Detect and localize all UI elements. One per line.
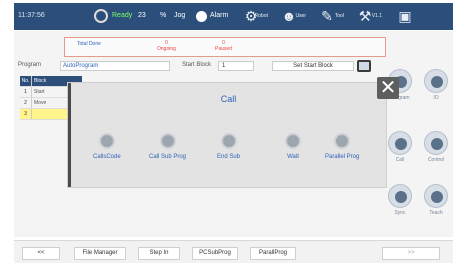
dialog-title: Call xyxy=(220,94,237,104)
status-bar: 11:37:56 Ready 23 % Jog Alarm ⚙ Robot ☻ Us… xyxy=(14,3,453,30)
right-icon-label: Call xyxy=(395,157,405,163)
io-icon[interactable] xyxy=(424,69,448,93)
speed-unit: % xyxy=(160,12,167,19)
call-subprog-button[interactable]: Call Sub Prog xyxy=(149,133,186,160)
bottom-toolbar: << File Manager Step In PCSubProg Parall… xyxy=(14,240,453,263)
parallel-prog-button[interactable]: Parallel Prog xyxy=(325,133,359,160)
sync-icon[interactable] xyxy=(388,184,412,208)
ongoing-count: 0 Ongoing xyxy=(157,40,176,52)
end-sub-button[interactable]: End Sub xyxy=(217,133,240,160)
call-icon[interactable] xyxy=(388,131,412,155)
camera-icon[interactable]: ▣ xyxy=(394,7,416,26)
tool-icon[interactable]: ✎ Tool xyxy=(316,7,344,26)
clock: 11:37:56 xyxy=(18,12,45,19)
program-field[interactable]: AutoProgram xyxy=(60,61,170,71)
right-icon-label: Sync xyxy=(394,210,406,216)
next-page-button[interactable]: >> xyxy=(382,247,440,260)
total-done-label: Total Done xyxy=(77,41,101,47)
control-icon[interactable] xyxy=(424,131,448,155)
speed-value: 23 xyxy=(138,12,146,19)
run-info-box: Total Done 0 Ongoing 0 Paused xyxy=(64,37,386,57)
end-sub-icon xyxy=(220,133,237,149)
prev-page-button[interactable]: << xyxy=(22,247,60,260)
callscode-icon xyxy=(98,133,115,149)
wait-icon xyxy=(285,133,301,149)
program-row: Program AutoProgram Start Block 1 Set St… xyxy=(14,60,394,72)
step-in-button[interactable]: Step In xyxy=(138,247,180,260)
call-dialog: Call ✕ CallsCode Call Sub Prog End Sub W… xyxy=(68,77,399,187)
right-icon-label: IO xyxy=(433,95,439,101)
start-block-label: Start Block xyxy=(182,62,212,68)
save-icon[interactable] xyxy=(357,60,371,72)
callscode-button[interactable]: CallsCode xyxy=(93,133,121,160)
right-icon-label: Control xyxy=(427,157,445,163)
pc-subprog-button[interactable]: PCSubProg xyxy=(192,247,238,260)
close-icon[interactable]: ✕ xyxy=(377,77,399,99)
mode-status: Jog xyxy=(174,12,186,19)
parallprog-button[interactable]: ParallProg xyxy=(250,247,296,260)
file-manager-button[interactable]: File Manager xyxy=(74,247,126,260)
alarm-indicator-icon xyxy=(196,11,207,22)
call-subprog-icon xyxy=(159,133,176,149)
robot-state-icon xyxy=(94,9,108,23)
arm-icon[interactable]: ⚒ V1.1 xyxy=(354,7,382,26)
ready-status: Ready xyxy=(112,12,133,19)
teach-icon[interactable] xyxy=(424,184,448,208)
program-label: Program xyxy=(18,62,42,68)
parallel-prog-icon xyxy=(334,133,351,149)
wait-button[interactable]: Wait xyxy=(285,133,301,160)
paused-count: 0 Paused xyxy=(215,40,232,52)
right-icon-label: Teach xyxy=(429,210,443,216)
user-icon[interactable]: ☻ User xyxy=(278,7,306,26)
start-block-field[interactable]: 1 xyxy=(218,61,254,71)
alarm-status: Alarm xyxy=(210,12,229,19)
robot-icon[interactable]: ⚙ Robot xyxy=(240,7,268,26)
set-start-block-button[interactable]: Set Start Block xyxy=(272,61,354,71)
